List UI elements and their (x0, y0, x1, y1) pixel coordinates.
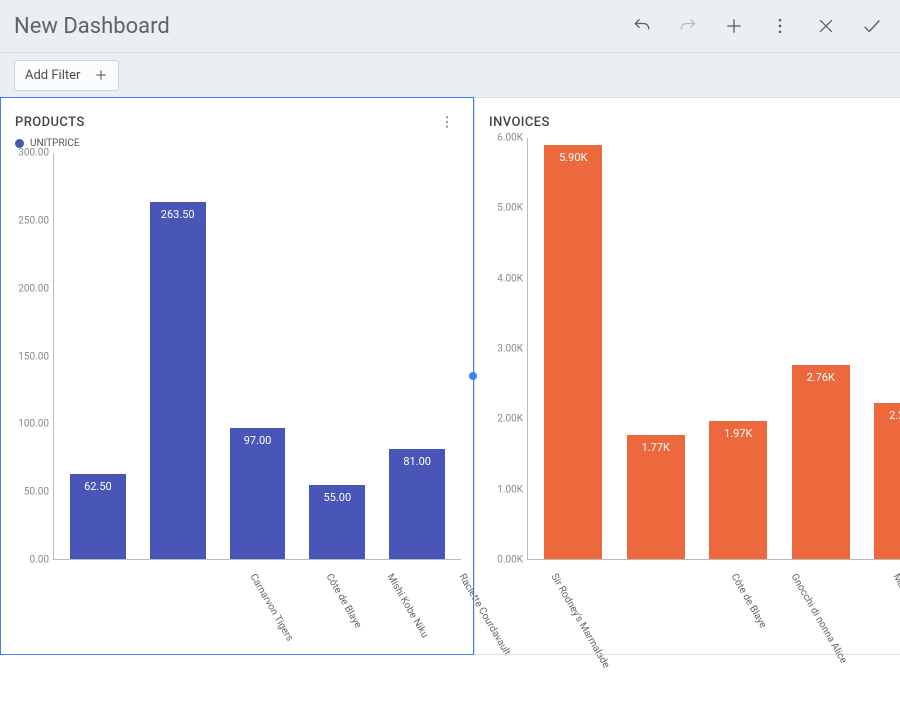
y-tick: 0.00 (30, 555, 50, 566)
y-tick: 100.00 (18, 419, 49, 430)
bar-value-label: 263.50 (161, 208, 195, 221)
chart-legend: UNITPRICE (1, 134, 473, 149)
y-tick: 250.00 (18, 215, 49, 226)
bar[interactable]: 2.23K (874, 403, 900, 559)
bar-value-label: 5.90K (559, 151, 587, 164)
x-axis: Côte de BlayeGnocchi di nonna AliceManji… (515, 568, 900, 654)
x-tick: Manjimup Dried Apples (829, 572, 900, 703)
bar-wrap: 97.00 (218, 153, 298, 559)
bar-value-label: 81.00 (403, 455, 431, 468)
bar-wrap: 2.76K (780, 138, 863, 559)
bar-value-label: 2.76K (807, 371, 835, 384)
close-button[interactable] (814, 14, 838, 38)
bar-value-label: 2.23K (889, 409, 900, 422)
bar-value-label: 1.97K (724, 427, 752, 440)
bar[interactable]: 2.76K (792, 365, 850, 559)
chart-body: 0.00 50.00 100.00 150.00 200.00 250.00 300.00 6… (1, 149, 473, 568)
bar[interactable]: 263.50 (150, 202, 206, 559)
y-tick: 3.00K (497, 344, 523, 355)
add-filter-label: Add Filter (25, 68, 80, 83)
charts-container: PRODUCTS UNITPRICE 0.00 50.00 100.00 150.00 20… (0, 97, 900, 655)
plot-area: 62.50 263.50 97.00 55.00 81.00 (53, 153, 461, 560)
bar-wrap: 81.00 (377, 153, 457, 559)
y-tick: 50.00 (24, 487, 49, 498)
y-tick: 300.00 (18, 148, 49, 159)
bar-wrap: 263.50 (138, 153, 218, 559)
redo-button[interactable] (676, 14, 700, 38)
bar-value-label: 1.77K (642, 441, 670, 454)
y-tick: 200.00 (18, 283, 49, 294)
y-tick: 4.00K (497, 273, 523, 284)
chart-body: 0.00K 1.00K 2.00K 3.00K 4.00K 5.00K 6.00K 5.90K… (475, 134, 900, 568)
more-vertical-icon (439, 114, 455, 130)
more-vertical-icon (770, 16, 790, 36)
undo-button[interactable] (630, 14, 654, 38)
panel-header: INVOICES (475, 98, 900, 134)
close-icon (816, 16, 836, 36)
y-axis: 0.00K1.00K2.00K3.00K4.00K5.00K6.00K (487, 138, 527, 560)
resize-handle[interactable] (469, 372, 477, 380)
add-button[interactable] (722, 14, 746, 38)
y-tick: 2.00K (497, 414, 523, 425)
bar-wrap: 2.23K (862, 138, 900, 559)
y-axis: 0.0050.00100.00150.00200.00250.00300.00 (13, 153, 53, 560)
check-icon (861, 15, 883, 37)
bar[interactable]: 55.00 (309, 485, 365, 559)
bar[interactable]: 97.00 (230, 428, 286, 559)
panel-title: INVOICES (489, 115, 900, 130)
panel-more-button[interactable] (435, 112, 459, 132)
filter-bar: Add Filter (0, 53, 900, 97)
bar[interactable]: 1.97K (709, 421, 767, 559)
bar-wrap: 1.97K (697, 138, 780, 559)
bar[interactable]: 1.77K (627, 435, 685, 559)
panel-title: PRODUCTS (15, 115, 435, 130)
bar-wrap: 5.90K (532, 138, 615, 559)
bar-value-label: 62.50 (84, 480, 112, 493)
y-tick: 6.00K (497, 133, 523, 144)
toolbar-actions (630, 14, 892, 38)
chart-panel-products[interactable]: PRODUCTS UNITPRICE 0.00 50.00 100.00 150.00 20… (0, 97, 474, 655)
add-filter-button[interactable]: Add Filter (14, 60, 119, 91)
panel-header: PRODUCTS (1, 98, 473, 134)
plus-icon (94, 68, 108, 82)
redo-icon (678, 16, 698, 36)
plot-area: 5.90K 1.77K 1.97K 2.76K 2.23K (527, 138, 900, 560)
more-button[interactable] (768, 14, 792, 38)
plus-icon (724, 16, 744, 36)
bar-value-label: 55.00 (324, 491, 352, 504)
bars-group: 62.50 263.50 97.00 55.00 81.00 (54, 153, 461, 559)
y-tick: 150.00 (18, 351, 49, 362)
y-tick: 1.00K (497, 484, 523, 495)
bar[interactable]: 5.90K (544, 145, 602, 559)
bar-wrap: 55.00 (297, 153, 377, 559)
x-axis: Carnarvon TigersCôte de BlayeMishi Kobe … (41, 568, 473, 654)
bar-wrap: 62.50 (58, 153, 138, 559)
bars-group: 5.90K 1.77K 1.97K 2.76K 2.23K (528, 138, 900, 559)
bar[interactable]: 81.00 (389, 449, 445, 559)
chart-panel-invoices[interactable]: INVOICES 0.00K 1.00K 2.00K 3.00K 4.00K 5.00K 6.… (474, 97, 900, 655)
bar-value-label: 97.00 (244, 434, 272, 447)
y-tick: 5.00K (497, 203, 523, 214)
y-tick: 0.00K (497, 555, 523, 566)
bar[interactable]: 62.50 (70, 474, 126, 559)
page-title: New Dashboard (14, 14, 630, 39)
bar-wrap: 1.77K (615, 138, 698, 559)
undo-icon (632, 16, 652, 36)
top-toolbar: New Dashboard (0, 0, 900, 53)
confirm-button[interactable] (860, 14, 884, 38)
